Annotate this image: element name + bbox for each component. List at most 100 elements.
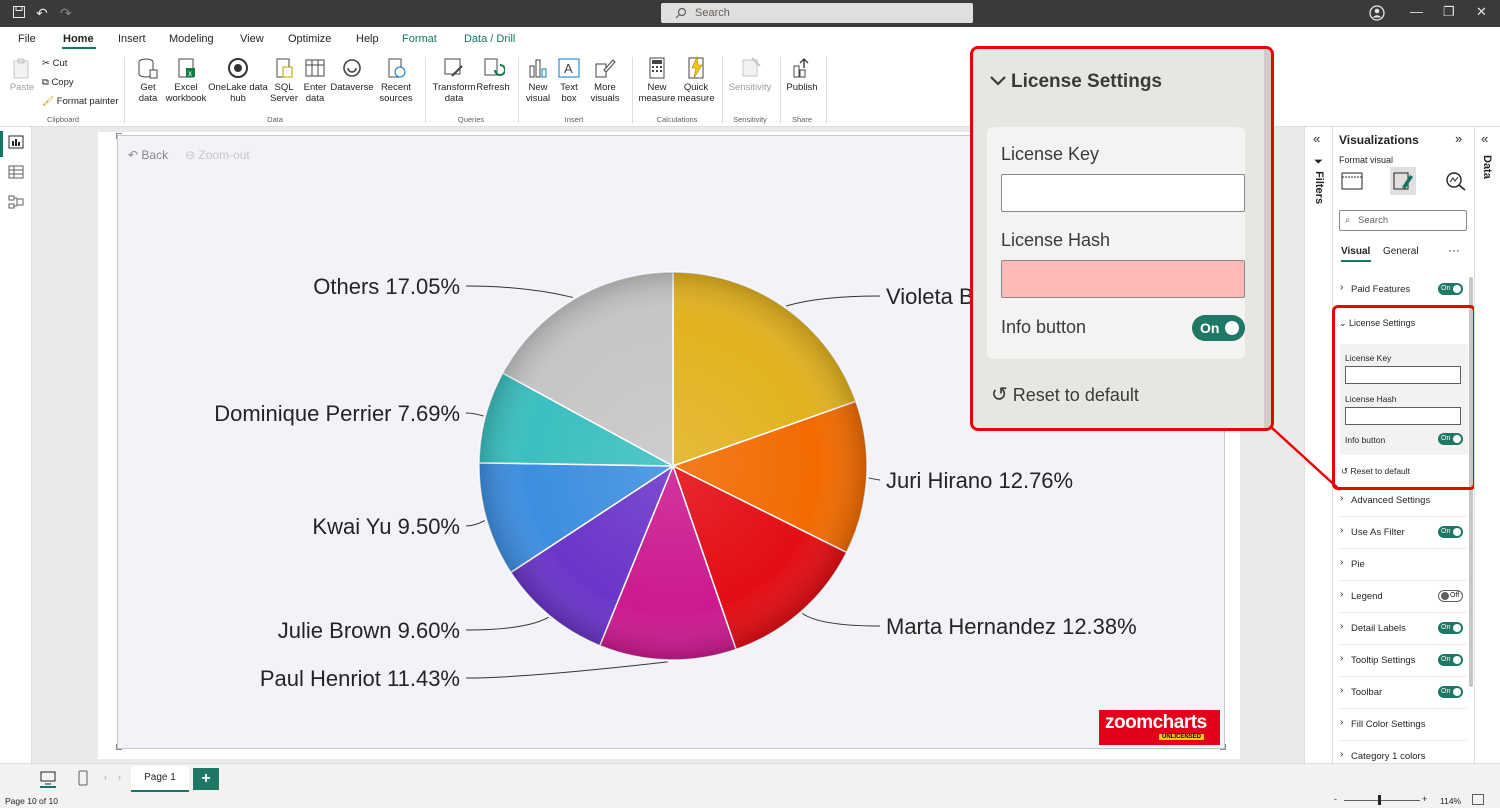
section-toggle[interactable]: On bbox=[1438, 283, 1463, 295]
format-section-use-as-filter[interactable]: ›Use As FilterOn bbox=[1339, 517, 1467, 549]
resize-handle[interactable] bbox=[1220, 744, 1226, 750]
quick-measure-button[interactable]: Quick measure bbox=[676, 56, 716, 104]
sql-icon bbox=[272, 56, 296, 80]
format-section-paid-features[interactable]: ›Paid FeaturesOn bbox=[1339, 274, 1467, 306]
slice-label: Kwai Yu 9.50% bbox=[312, 514, 460, 539]
section-toggle[interactable]: On bbox=[1438, 654, 1463, 666]
copy-button[interactable]: ⧉ Copy bbox=[42, 77, 74, 88]
table-view-icon[interactable] bbox=[8, 165, 24, 179]
section-toggle[interactable]: On bbox=[1438, 622, 1463, 634]
section-toggle[interactable]: Off bbox=[1438, 590, 1463, 602]
mobile-layout-icon[interactable] bbox=[78, 770, 88, 786]
data-pane[interactable]: « Data bbox=[1474, 127, 1500, 763]
section-toggle[interactable]: On bbox=[1438, 526, 1463, 538]
menu-insert[interactable]: Insert bbox=[118, 33, 146, 45]
info-button-toggle[interactable]: On bbox=[1438, 433, 1463, 445]
refresh-button[interactable]: Refresh bbox=[476, 56, 510, 93]
minimize-icon[interactable]: — bbox=[1410, 4, 1423, 19]
callout-scrollbar[interactable] bbox=[1264, 49, 1274, 428]
enter-data-button[interactable]: Enter data bbox=[300, 56, 330, 104]
menu-view[interactable]: View bbox=[240, 33, 264, 45]
expand-icon[interactable]: » bbox=[1455, 131, 1462, 146]
format-section-detail-labels[interactable]: ›Detail LabelsOn bbox=[1339, 613, 1467, 645]
paste-button[interactable]: Paste bbox=[8, 56, 36, 93]
undo-icon[interactable]: ↶ bbox=[36, 5, 48, 21]
reset-button[interactable]: ↺ Reset to default bbox=[1341, 466, 1410, 477]
new-measure-button[interactable]: New measure bbox=[638, 56, 676, 104]
zoom-slider[interactable] bbox=[1344, 800, 1420, 801]
format-section-fill-color-settings[interactable]: ›Fill Color Settings bbox=[1339, 709, 1467, 741]
excel-workbook-button[interactable]: x Excel workbook bbox=[164, 56, 208, 104]
format-section-tooltip-settings[interactable]: ›Tooltip SettingsOn bbox=[1339, 645, 1467, 677]
menu-file[interactable]: File bbox=[18, 33, 36, 45]
filters-label[interactable]: ⏷ Filters bbox=[1313, 157, 1325, 204]
menu-home[interactable]: Home bbox=[63, 33, 94, 45]
page-tab[interactable]: Page 1 bbox=[131, 766, 189, 792]
fit-to-page-icon[interactable] bbox=[1472, 794, 1484, 805]
zoom-out-status[interactable]: - bbox=[1334, 794, 1337, 804]
cut-label: Cut bbox=[53, 58, 68, 69]
format-section-toolbar[interactable]: ›ToolbarOn bbox=[1339, 677, 1467, 709]
close-icon[interactable]: ✕ bbox=[1476, 4, 1487, 20]
callout-header[interactable]: License Settings bbox=[989, 71, 1162, 93]
get-data-button[interactable]: Get data bbox=[130, 56, 166, 104]
tab-visual[interactable]: Visual bbox=[1341, 246, 1370, 257]
filters-pane[interactable]: « ⏷ Filters bbox=[1304, 127, 1332, 763]
menu-format[interactable]: Format bbox=[402, 33, 437, 45]
zoom-in-status[interactable]: + bbox=[1422, 794, 1427, 804]
new-visual-button[interactable]: New visual bbox=[522, 56, 554, 104]
excel-workbook-label: Excel workbook bbox=[166, 82, 207, 104]
account-icon[interactable] bbox=[1369, 5, 1385, 24]
format-visual-tab[interactable] bbox=[1390, 167, 1416, 195]
resize-handle[interactable] bbox=[116, 744, 122, 750]
publish-button[interactable]: Publish bbox=[784, 56, 820, 93]
cut-button[interactable]: ✂ Cut bbox=[42, 58, 67, 69]
license-key-input[interactable] bbox=[1345, 366, 1461, 384]
sensitivity-button[interactable]: Sensitivity bbox=[726, 56, 774, 93]
recent-sources-button[interactable]: Recent sources bbox=[374, 56, 418, 104]
resize-handle[interactable] bbox=[116, 133, 122, 139]
desktop-layout-icon[interactable] bbox=[40, 771, 56, 785]
restore-icon[interactable]: ❐ bbox=[1443, 4, 1455, 20]
collapse-icon[interactable]: « bbox=[1481, 131, 1488, 146]
report-view-icon[interactable] bbox=[8, 135, 24, 149]
sql-server-button[interactable]: SQL Server bbox=[266, 56, 302, 104]
more-visuals-button[interactable]: More visuals bbox=[584, 56, 626, 104]
text-box-button[interactable]: A Text box bbox=[554, 56, 584, 104]
callout-reset-button[interactable]: ↺ Reset to default bbox=[991, 382, 1139, 407]
section-toggle[interactable]: On bbox=[1438, 686, 1463, 698]
add-page-button[interactable]: + bbox=[193, 768, 219, 790]
build-visual-icon[interactable] bbox=[1341, 171, 1363, 191]
callout-key-input[interactable] bbox=[1001, 174, 1245, 212]
redo-icon[interactable]: ↷ bbox=[60, 5, 72, 21]
dataverse-button[interactable]: Dataverse bbox=[330, 56, 374, 93]
chevron-right-icon: › bbox=[1340, 653, 1343, 664]
more-options-icon[interactable]: ··· bbox=[1448, 243, 1460, 257]
license-hash-input[interactable] bbox=[1345, 407, 1461, 425]
data-label[interactable]: Data bbox=[1481, 155, 1493, 179]
viz-search-input[interactable]: ⌕ Search bbox=[1339, 210, 1467, 231]
format-section-pie[interactable]: ›Pie bbox=[1339, 549, 1467, 581]
tab-general[interactable]: General bbox=[1383, 246, 1419, 257]
menu-optimize[interactable]: Optimize bbox=[288, 33, 331, 45]
collapse-icon[interactable]: « bbox=[1313, 131, 1320, 146]
callout-hash-input[interactable] bbox=[1001, 260, 1245, 298]
callout-info-toggle[interactable]: On bbox=[1192, 315, 1245, 341]
zoom-slider-thumb[interactable] bbox=[1378, 795, 1381, 805]
search-input[interactable]: Search bbox=[661, 3, 973, 23]
menu-data-drill[interactable]: Data / Drill bbox=[464, 33, 515, 45]
format-section-legend[interactable]: ›LegendOff bbox=[1339, 581, 1467, 613]
onelake-button[interactable]: OneLake data hub bbox=[208, 56, 268, 104]
menu-modeling[interactable]: Modeling bbox=[169, 33, 214, 45]
model-view-icon[interactable] bbox=[8, 195, 24, 209]
transform-data-button[interactable]: Transform data bbox=[432, 56, 476, 104]
license-settings-header[interactable]: ⌄ License Settings bbox=[1339, 318, 1415, 329]
chevron-down-icon: ⌄ bbox=[1339, 318, 1349, 328]
next-page-icon[interactable]: › bbox=[118, 772, 121, 782]
format-painter-button[interactable]: 🖌 Format painter bbox=[42, 96, 118, 107]
ribbon-separator bbox=[124, 57, 125, 123]
prev-page-icon[interactable]: ‹ bbox=[104, 772, 107, 782]
analytics-icon[interactable] bbox=[1445, 171, 1467, 191]
menu-help[interactable]: Help bbox=[356, 33, 379, 45]
save-icon[interactable] bbox=[12, 5, 26, 22]
